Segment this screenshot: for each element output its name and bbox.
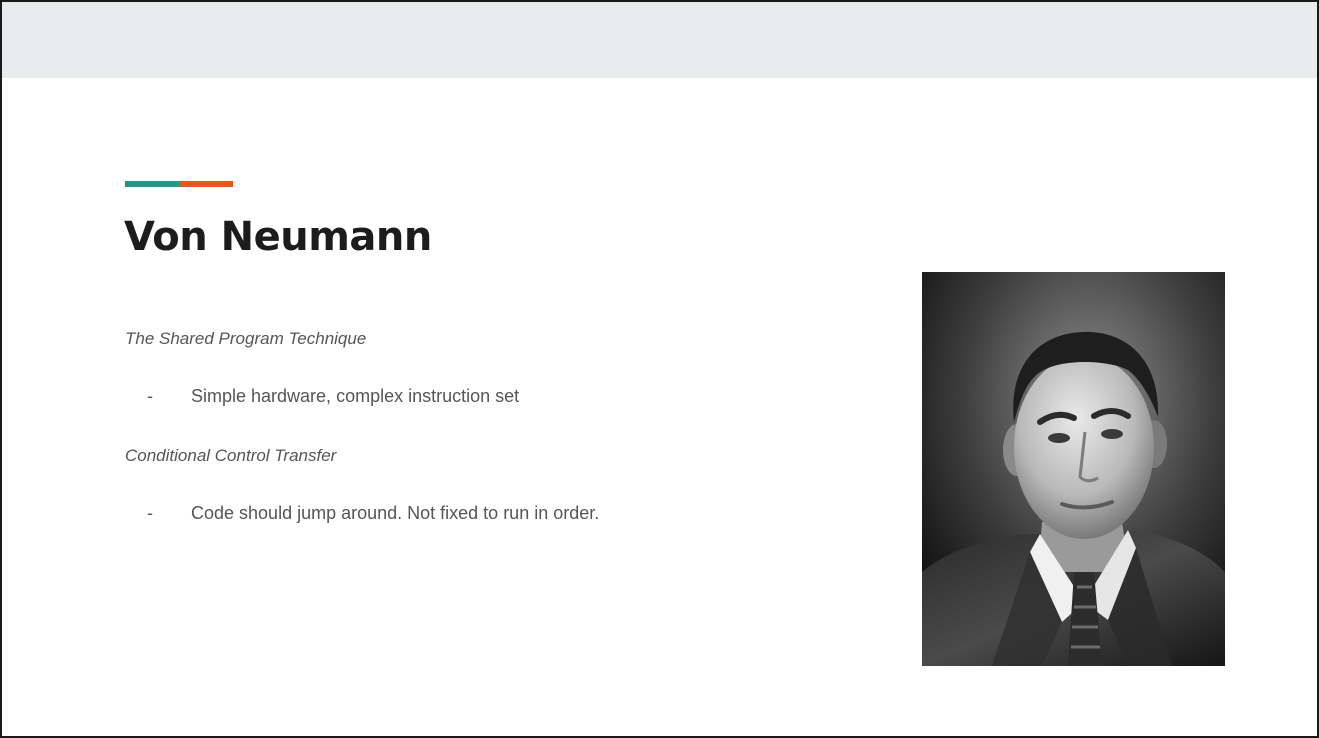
bullet-item-conditional-control: - Code should jump around. Not fixed to r… [147, 503, 599, 524]
slide-title: Von Neumann [124, 214, 432, 260]
header-band [2, 2, 1317, 78]
accent-bar-teal [125, 181, 179, 187]
bullet-text: Code should jump around. Not fixed to ru… [191, 503, 600, 523]
bullet-marker: - [147, 386, 153, 406]
portrait-photo [922, 272, 1225, 666]
accent-bar [125, 181, 233, 187]
section-heading-conditional-control: Conditional Control Transfer [125, 446, 337, 465]
accent-bar-orange [179, 181, 233, 187]
slide: Von Neumann The Shared Program Technique… [0, 0, 1319, 738]
bullet-text: Simple hardware, complex instruction set [191, 386, 520, 406]
bullet-marker: - [147, 503, 153, 523]
bullet-item-shared-program: - Simple hardware, complex instruction se… [147, 386, 519, 407]
section-heading-shared-program: The Shared Program Technique [125, 329, 367, 348]
